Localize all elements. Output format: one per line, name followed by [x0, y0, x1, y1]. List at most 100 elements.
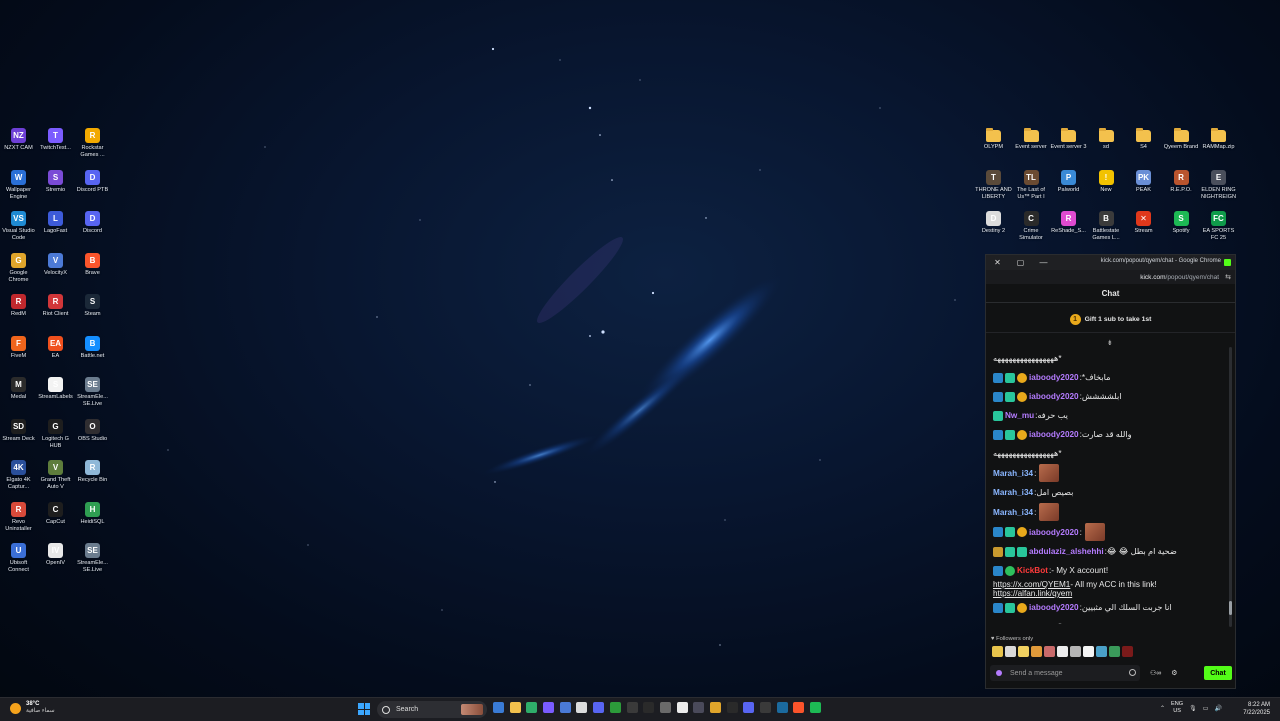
- steam-icon[interactable]: [776, 702, 788, 713]
- desktop-icon[interactable]: G Google Chrome: [0, 250, 37, 292]
- desktop-icon[interactable]: FC EA SPORTS FC 25: [1200, 208, 1237, 250]
- desktop-icon[interactable]: EA EA: [37, 333, 74, 375]
- desktop-icon[interactable]: H HeidiSQL: [74, 499, 111, 541]
- minimize-window-button[interactable]: —: [1032, 255, 1055, 270]
- desktop-icon[interactable]: V Grand Theft Auto V: [37, 457, 74, 499]
- desktop-icon[interactable]: B Battlestate Games L...: [1088, 208, 1125, 250]
- gift-sub-button[interactable]: 1 Gift 1 sub to take 1st: [986, 306, 1235, 333]
- weather-widget[interactable]: 38°C سماء صافية: [10, 701, 55, 715]
- app-icon[interactable]: [659, 702, 671, 713]
- emote-item[interactable]: [1070, 646, 1081, 657]
- desktop-icon[interactable]: B Battle.net: [74, 333, 111, 375]
- chrome-icon[interactable]: [709, 702, 721, 713]
- desktop-icon[interactable]: P Palworld: [1050, 167, 1087, 209]
- desktop-icon[interactable]: V VelocityX: [37, 250, 74, 292]
- desktop-icon[interactable]: ! New: [1088, 167, 1125, 209]
- app-icon[interactable]: [676, 702, 688, 713]
- chevron-up-icon[interactable]: ⌃: [1160, 705, 1165, 712]
- taskbar-search[interactable]: Search: [377, 701, 487, 718]
- chat-username[interactable]: Marah_i34: [993, 508, 1033, 517]
- desktop-icon[interactable]: M Medal: [0, 374, 37, 416]
- desktop-icon[interactable]: Event server: [1013, 125, 1050, 167]
- desktop-icon[interactable]: IV OpenIV: [37, 540, 74, 582]
- desktop-icon[interactable]: R ReShade_S...: [1050, 208, 1087, 250]
- desktop-icon[interactable]: B Brave: [74, 250, 111, 292]
- emote-item[interactable]: [1044, 646, 1055, 657]
- start-button[interactable]: [358, 703, 370, 715]
- desktop-icon[interactable]: 4K Elgato 4K Captur...: [0, 457, 37, 499]
- chat-username[interactable]: Marah_i34: [993, 469, 1033, 478]
- desktop-icon[interactable]: SD Stream Deck: [0, 416, 37, 458]
- chat-message-list[interactable]: *ههههههههههههههههه iaboody2020: مابخاف* ia…: [986, 349, 1230, 624]
- desktop-icon[interactable]: SE StreamEle... SE.Live: [74, 374, 111, 416]
- desktop-icon[interactable]: O OBS Studio: [74, 416, 111, 458]
- desktop-icon[interactable]: TL The Last of Us™ Part I: [1013, 167, 1050, 209]
- chat-username[interactable]: KickBot: [1017, 566, 1048, 575]
- desktop-icon[interactable]: D Discord: [74, 208, 111, 250]
- desktop-icon[interactable]: C CapCut: [37, 499, 74, 541]
- chat-username[interactable]: abdulaziz_alshehhi: [1029, 547, 1104, 556]
- desktop-icon[interactable]: ✕ Stream: [1125, 208, 1162, 250]
- maximize-window-button[interactable]: ▢: [1009, 255, 1032, 270]
- mic-icon[interactable]: 🎙: [1189, 705, 1197, 712]
- app-icon[interactable]: [543, 702, 555, 713]
- language-indicator[interactable]: ENG US: [1171, 701, 1183, 715]
- desktop-icon[interactable]: R Riot Client: [37, 291, 74, 333]
- chat-username[interactable]: Marah_i34: [993, 488, 1033, 497]
- app-icon[interactable]: [643, 702, 655, 713]
- scroll-to-bottom-icon[interactable]: ⇟: [1107, 339, 1113, 347]
- desktop-icon[interactable]: E ELDEN RING NIGHTREIGN: [1200, 167, 1237, 209]
- desktop-icon[interactable]: VS Visual Studio Code: [0, 208, 37, 250]
- desktop-icon[interactable]: R Rockstar Games ...: [74, 125, 111, 167]
- calculator-icon[interactable]: [576, 702, 588, 713]
- desktop-icon[interactable]: S Spotify: [1163, 208, 1200, 250]
- send-chat-button[interactable]: Chat: [1204, 666, 1232, 680]
- desktop-icon[interactable]: D Destiny 2: [975, 208, 1012, 250]
- volume-icon[interactable]: 🔊: [1214, 705, 1221, 712]
- chat-username[interactable]: iaboody2020: [1029, 528, 1079, 537]
- gear-icon[interactable]: ⚙: [1171, 669, 1177, 677]
- close-window-button[interactable]: ✕: [986, 255, 1009, 270]
- desktop-icon[interactable]: SE StreamEle... SE.Live: [74, 540, 111, 582]
- desktop-icon[interactable]: R R.E.P.O.: [1163, 167, 1200, 209]
- app-icon[interactable]: [626, 702, 638, 713]
- desktop-icon[interactable]: L LagoFast: [37, 208, 74, 250]
- taskbar-clock[interactable]: 8:22 AM 7/22/2025: [1243, 701, 1270, 717]
- desktop-icon[interactable]: OLYPM: [975, 125, 1012, 167]
- chat-username[interactable]: Nw_mu: [1005, 411, 1034, 420]
- desktop-icon[interactable]: T THRONE AND LIBERTY: [975, 167, 1012, 209]
- chat-message-input[interactable]: Send a message: [990, 665, 1140, 681]
- desktop-icon[interactable]: T TwitchTest...: [37, 125, 74, 167]
- desktop-icon[interactable]: R RedM: [0, 291, 37, 333]
- desktop-icon[interactable]: D Discord PTB: [74, 167, 111, 209]
- desktop-icon[interactable]: Qyeem Brand: [1163, 125, 1200, 167]
- chat-username[interactable]: iaboody2020: [1029, 430, 1079, 439]
- discord-icon[interactable]: [743, 702, 755, 713]
- app-icon[interactable]: [726, 702, 738, 713]
- desktop-icon[interactable]: G Logitech G HUB: [37, 416, 74, 458]
- xbox-icon[interactable]: [609, 702, 621, 713]
- desktop-icon[interactable]: R Recycle Bin: [74, 457, 111, 499]
- chat-username[interactable]: iaboody2020: [1029, 392, 1079, 401]
- app-icon[interactable]: [693, 702, 705, 713]
- emote-item[interactable]: [1083, 646, 1094, 657]
- network-icon[interactable]: ▭: [1203, 705, 1209, 712]
- app-icon[interactable]: [593, 702, 605, 713]
- desktop-icon[interactable]: RAMMap.zip: [1200, 125, 1237, 167]
- file-explorer-icon[interactable]: [509, 702, 521, 713]
- desktop-icon[interactable]: sd: [1088, 125, 1125, 167]
- brave-icon[interactable]: [793, 702, 805, 713]
- desktop-icon[interactable]: S4: [1125, 125, 1162, 167]
- desktop-icon[interactable]: C Crime Simulator: [1013, 208, 1050, 250]
- emoji-picker-icon[interactable]: [1129, 669, 1136, 676]
- chat-username[interactable]: iaboody2020: [1029, 603, 1079, 612]
- emote-item[interactable]: [1057, 646, 1068, 657]
- desktop-icon[interactable]: S StreamLabels: [37, 374, 74, 416]
- scrollbar-thumb[interactable]: [1229, 601, 1232, 615]
- app-icon[interactable]: [559, 702, 571, 713]
- desktop-icon[interactable]: F FiveM: [0, 333, 37, 375]
- emote-item[interactable]: [992, 646, 1003, 657]
- desktop-icon[interactable]: S Stremio: [37, 167, 74, 209]
- address-bar[interactable]: kick.com/popout/qyem/chat ⇆: [986, 270, 1235, 284]
- spotify-icon[interactable]: [810, 702, 822, 713]
